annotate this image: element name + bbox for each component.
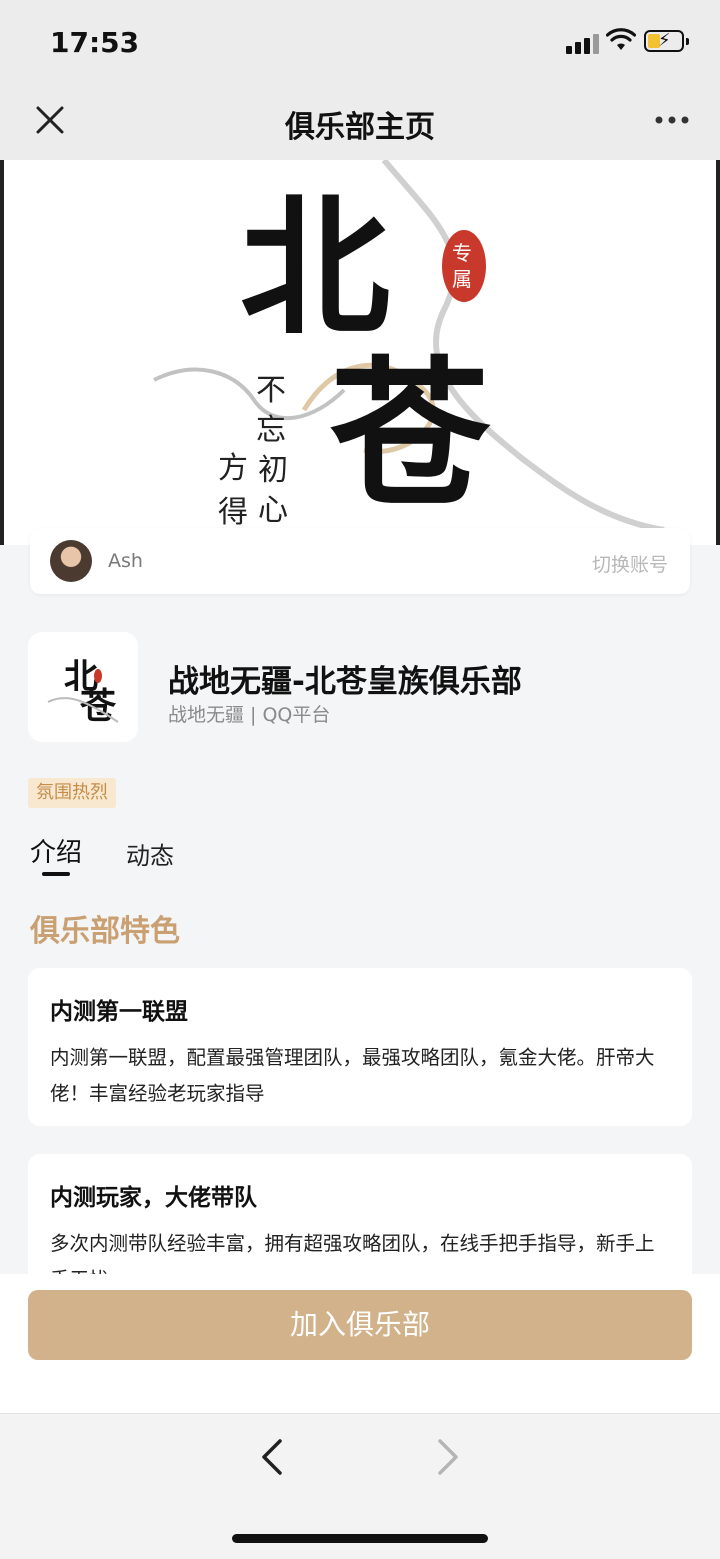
cellular-signal-icon (566, 32, 602, 54)
banner-brush-char-1: 北 (240, 180, 390, 356)
forward-arrow-icon[interactable] (434, 1438, 462, 1476)
section-title: 俱乐部特色 (30, 914, 180, 949)
user-avatar (50, 540, 92, 582)
atmosphere-badge: 氛围热烈 (28, 778, 116, 808)
banner-verse-char-1: 不 (256, 373, 286, 408)
status-bar: 17:53 ⚡ (0, 0, 720, 88)
banner-verse-char-6: 得 (218, 495, 248, 530)
back-arrow-icon[interactable] (258, 1438, 286, 1476)
active-tab-indicator (42, 872, 70, 876)
feature-title: 内测第一联盟 (50, 999, 188, 1025)
account-name: Ash (108, 550, 143, 572)
banner-seal-char-2: 属 (452, 267, 472, 291)
banner-seal-char-1: 专 (452, 241, 472, 265)
battery-icon: ⚡ (644, 30, 689, 52)
banner-verse-char-5: 方 (218, 451, 248, 486)
feature-card: 内测第一联盟 内测第一联盟，配置最强管理团队，最强攻略团队，氪金大佬。肝帝大佬！… (28, 968, 692, 1126)
tab-intro[interactable]: 介绍 (30, 832, 82, 869)
page-title: 俱乐部主页 (285, 110, 435, 145)
feature-title: 内测玩家，大佬带队 (50, 1185, 257, 1211)
banner-brush-char-2: 苍 (330, 340, 491, 528)
banner-verse-char-2: 忘 (256, 413, 286, 448)
navigation-bar: 俱乐部主页 (0, 88, 720, 160)
feature-body: 内测第一联盟，配置最强管理团队，最强攻略团队，氪金大佬。肝帝大佬！丰富经验老玩家… (50, 1046, 655, 1105)
switch-account-link[interactable]: 切换账号 (592, 550, 668, 577)
status-time: 17:53 (50, 26, 140, 59)
club-subtitle: 战地无疆 | QQ平台 (168, 704, 331, 726)
account-bar: Ash 切换账号 (30, 528, 690, 594)
banner-verse-char-4: 心 (258, 493, 288, 528)
banner-artwork: 北 苍 专 属 不 忘 初 心 方 得 (153, 160, 665, 533)
feature-card: 内测玩家，大佬带队 多次内测带队经验丰富，拥有超强攻略团队，在线手把手指导，新手… (28, 1154, 692, 1294)
wifi-icon (606, 28, 636, 50)
tab-activity[interactable]: 动态 (126, 836, 174, 871)
browser-toolbar (0, 1413, 720, 1559)
club-name: 战地无疆-北苍皇族俱乐部 (168, 664, 522, 700)
banner-verse-char-3: 初 (258, 453, 288, 488)
join-club-button[interactable]: 加入俱乐部 (28, 1290, 692, 1360)
club-banner-image: 北 苍 专 属 不 忘 初 心 方 得 (0, 160, 720, 545)
club-logo: 北 苍 (28, 632, 138, 742)
more-options-icon[interactable] (654, 108, 690, 132)
svg-text:苍: 苍 (80, 685, 117, 727)
home-indicator (232, 1534, 488, 1543)
